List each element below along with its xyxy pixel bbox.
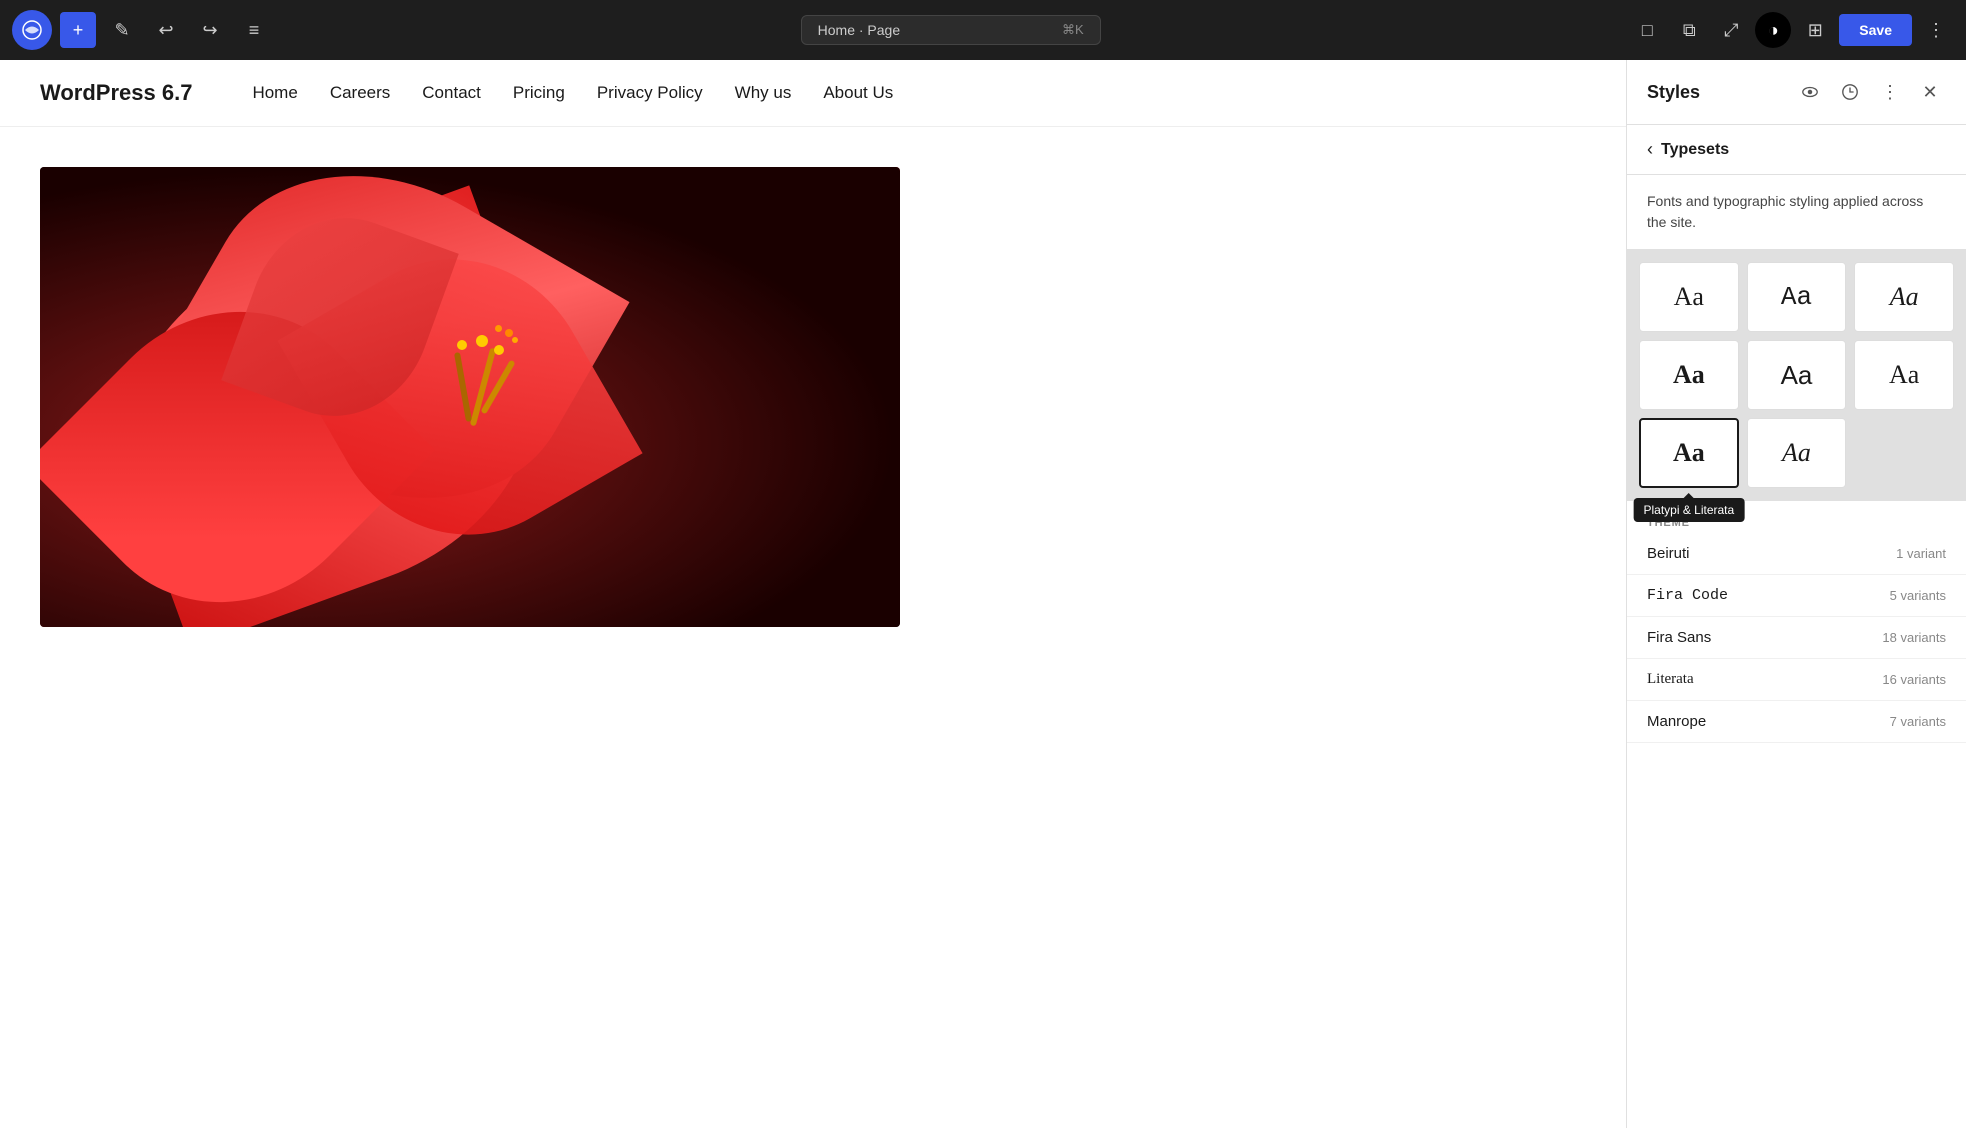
font-name-beiruti: Beiruti — [1647, 545, 1690, 562]
typeset-label-0: Aa — [1674, 282, 1704, 312]
typeset-item-5[interactable]: Aa — [1854, 340, 1954, 410]
styles-title: Styles — [1647, 82, 1786, 103]
font-variants-fira-sans: 18 variants — [1882, 630, 1946, 645]
save-button[interactable]: Save — [1839, 14, 1912, 46]
panel-header: Styles ⋮ ✕ — [1627, 60, 1966, 125]
right-panel: Styles ⋮ ✕ ‹ Typesets Fonts and typog — [1626, 60, 1966, 1128]
typesets-heading: Typesets — [1661, 141, 1729, 159]
styles-more-button[interactable]: ⋮ — [1874, 76, 1906, 108]
edit-button[interactable]: ✎ — [104, 12, 140, 48]
stamen-tip-3 — [457, 340, 467, 350]
typeset-label-3: Aa — [1673, 360, 1705, 390]
nav-item-pricing[interactable]: Pricing — [513, 83, 565, 103]
font-variants-manrope: 7 variants — [1890, 714, 1946, 729]
hero-image[interactable] — [40, 167, 900, 627]
undo-button[interactable]: ↩ — [148, 12, 184, 48]
font-row-beiruti[interactable]: Beiruti 1 variant — [1627, 533, 1966, 575]
nav-item-careers[interactable]: Careers — [330, 83, 390, 103]
typeset-label-7: Aa — [1782, 438, 1811, 468]
nav-item-why-us[interactable]: Why us — [735, 83, 792, 103]
resize-button[interactable]: ⤢ — [1713, 12, 1749, 48]
font-variants-fira-code: 5 variants — [1890, 588, 1946, 603]
site-header: WordPress 6.7 Home Careers Contact Prici… — [0, 60, 1626, 127]
typeset-label-1: Aa — [1781, 282, 1812, 312]
pollen-1 — [505, 329, 513, 337]
layout-button[interactable]: ⊞ — [1797, 12, 1833, 48]
styles-close-button[interactable]: ✕ — [1914, 76, 1946, 108]
back-arrow-icon: ‹ — [1647, 139, 1653, 160]
typeset-grid: Aa Aa Aa Aa Aa Aa Aa Platypi & Literata — [1627, 250, 1966, 501]
typeset-item-7[interactable]: Aa — [1747, 418, 1847, 488]
view-button[interactable]: □ — [1629, 12, 1665, 48]
nav-item-contact[interactable]: Contact — [422, 83, 481, 103]
contrast-button[interactable]: ◑ — [1755, 12, 1791, 48]
redo-button[interactable]: ↪ — [192, 12, 228, 48]
font-name-fira-code: Fira Code — [1647, 587, 1728, 604]
font-name-fira-sans: Fira Sans — [1647, 629, 1711, 646]
wp-logo-icon[interactable] — [12, 10, 52, 50]
toolbar-right: □ ⧉ ⤢ ◑ ⊞ Save ⋮ — [1629, 12, 1954, 48]
shortcut-hint: ⌘K — [1062, 22, 1084, 38]
font-name-manrope: Manrope — [1647, 713, 1706, 730]
typeset-label-4: Aa — [1781, 360, 1813, 391]
font-variants-literata: 16 variants — [1882, 672, 1946, 687]
typeset-label-2: Aa — [1890, 282, 1919, 312]
styles-history-button[interactable] — [1834, 76, 1866, 108]
typeset-item-4[interactable]: Aa — [1747, 340, 1847, 410]
stamen-tip-1 — [476, 335, 488, 347]
pollen-3 — [495, 325, 502, 332]
typeset-item-6[interactable]: Aa Platypi & Literata — [1639, 418, 1739, 488]
panel-description: Fonts and typographic styling applied ac… — [1627, 175, 1966, 250]
typeset-item-1[interactable]: Aa — [1747, 262, 1847, 332]
more-options-button[interactable]: ⋮ — [1918, 12, 1954, 48]
site-navigation: Home Careers Contact Pricing Privacy Pol… — [252, 83, 893, 103]
main-layout: WordPress 6.7 Home Careers Contact Prici… — [0, 60, 1966, 1128]
font-row-fira-code[interactable]: Fira Code 5 variants — [1627, 575, 1966, 617]
typeset-item-2[interactable]: Aa — [1854, 262, 1954, 332]
nav-item-home[interactable]: Home — [252, 83, 297, 103]
list-view-button[interactable]: ≡ — [236, 12, 272, 48]
typeset-tooltip: Platypi & Literata — [1633, 498, 1744, 522]
stamen-tip-2 — [494, 345, 504, 355]
styles-eye-button[interactable] — [1794, 76, 1826, 108]
toolbar-center: Home · Page ⌘K — [280, 15, 1621, 45]
typesets-nav[interactable]: ‹ Typesets — [1627, 125, 1966, 175]
typeset-item-3[interactable]: Aa — [1639, 340, 1739, 410]
font-row-literata[interactable]: Literata 16 variants — [1627, 659, 1966, 701]
page-title-display[interactable]: Home · Page ⌘K — [801, 15, 1101, 45]
nav-item-about-us[interactable]: About Us — [823, 83, 893, 103]
typeset-label-5: Aa — [1889, 360, 1919, 390]
typeset-label-6: Aa — [1673, 438, 1705, 468]
typeset-item-0[interactable]: Aa — [1639, 262, 1739, 332]
font-variants-beiruti: 1 variant — [1896, 546, 1946, 561]
font-list: Beiruti 1 variant Fira Code 5 variants F… — [1627, 533, 1966, 743]
page-canvas: WordPress 6.7 Home Careers Contact Prici… — [0, 60, 1626, 1128]
hero-area — [0, 127, 1626, 627]
site-logo: WordPress 6.7 — [40, 80, 192, 106]
page-title-text: Home · Page — [818, 22, 900, 38]
toolbar: + ✎ ↩ ↪ ≡ Home · Page ⌘K □ ⧉ ⤢ ◑ ⊞ Save … — [0, 0, 1966, 60]
pollen-2 — [512, 337, 518, 343]
font-name-literata: Literata — [1647, 671, 1694, 688]
nav-item-privacy-policy[interactable]: Privacy Policy — [597, 83, 703, 103]
add-button[interactable]: + — [60, 12, 96, 48]
external-link-button[interactable]: ⧉ — [1671, 12, 1707, 48]
font-row-fira-sans[interactable]: Fira Sans 18 variants — [1627, 617, 1966, 659]
font-row-manrope[interactable]: Manrope 7 variants — [1627, 701, 1966, 743]
